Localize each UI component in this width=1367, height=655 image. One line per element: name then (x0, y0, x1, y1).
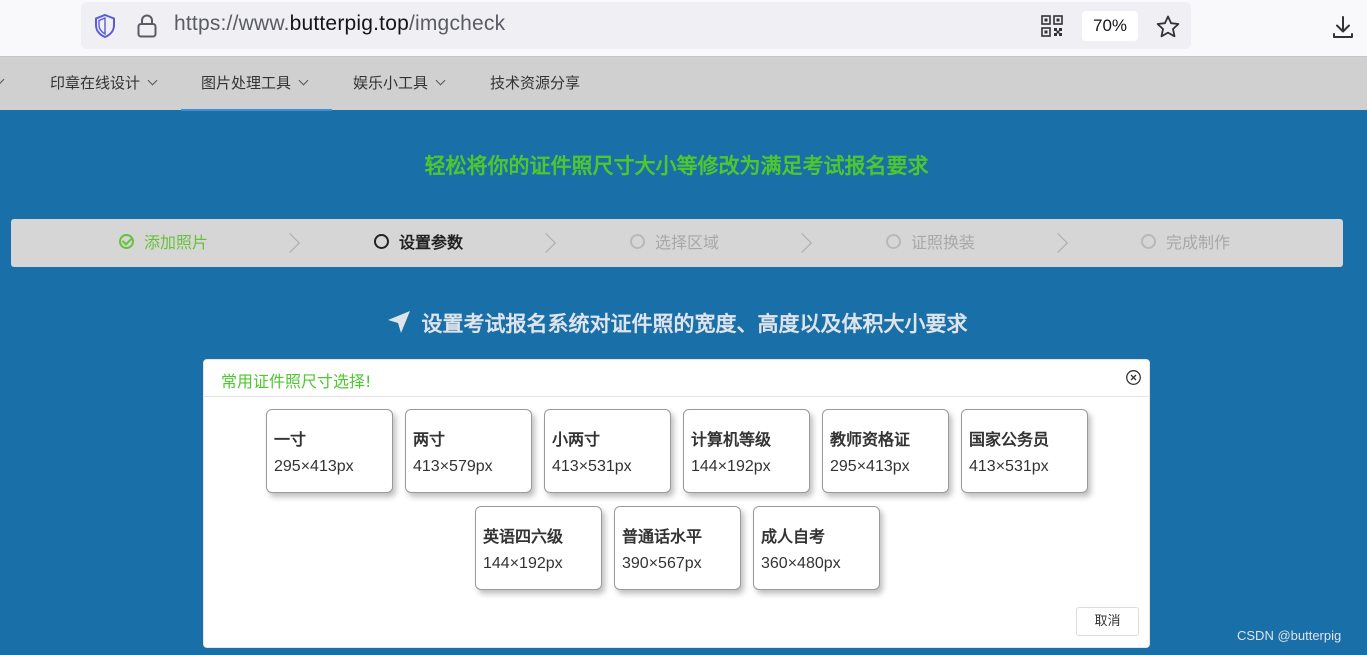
step-label: 完成制作 (1166, 233, 1231, 252)
section-title-text: 设置考试报名系统对证件照的宽度、高度以及体积大小要求 (421, 312, 968, 336)
chevron-down-icon (147, 75, 158, 86)
size-card-cet[interactable]: 英语四六级 144×192px (475, 506, 602, 590)
cancel-button[interactable]: 取消 (1076, 607, 1139, 636)
step-set-params: 设置参数 (374, 219, 463, 267)
lock-icon[interactable] (136, 13, 158, 39)
size-card-dimensions: 360×480px (761, 555, 841, 572)
step-finish: 完成制作 (1141, 219, 1230, 267)
site-nav-bar: 印章在线设计 图片处理工具 娱乐小工具 技术资源分享 (0, 56, 1367, 111)
dialog-title: 常用证件照尺寸选择! (221, 372, 372, 391)
size-card-name: 计算机等级 (691, 430, 772, 449)
url-text[interactable]: https://www.butterpig.top/imgcheck (174, 12, 505, 36)
size-card-adult-exam[interactable]: 成人自考 360×480px (753, 506, 880, 590)
zoom-level-button[interactable]: 70% (1082, 11, 1138, 41)
nav-item-image-tools[interactable]: 图片处理工具 (181, 57, 332, 111)
nav-item-label: 印章在线设计 (50, 74, 141, 92)
size-card-name: 小两寸 (552, 430, 601, 449)
chevron-right-icon (1048, 233, 1068, 253)
nav-item-label: 图片处理工具 (201, 74, 292, 92)
size-card-dimensions: 413×531px (552, 458, 632, 475)
size-card-teacher-cert[interactable]: 教师资格证 295×413px (822, 409, 949, 493)
bookmark-star-icon[interactable] (1155, 14, 1181, 40)
size-card-name: 国家公务员 (969, 430, 1050, 449)
step-add-photo: 添加照片 (119, 219, 208, 267)
size-card-computer-exam[interactable]: 计算机等级 144×192px (683, 409, 810, 493)
browser-toolbar: https://www.butterpig.top/imgcheck 70% (0, 0, 1367, 56)
size-card-two-inch[interactable]: 两寸 413×579px (405, 409, 532, 493)
chevron-right-icon (280, 233, 300, 253)
size-card-dimensions: 295×413px (830, 458, 910, 475)
check-circle-icon (119, 234, 134, 249)
circle-icon (630, 234, 645, 249)
url-path: /imgcheck (408, 12, 506, 35)
section-title: 设置考试报名系统对证件照的宽度、高度以及体积大小要求 (0, 308, 1353, 338)
chevron-right-icon (536, 233, 556, 253)
size-card-name: 一寸 (274, 430, 307, 449)
steps-bar: 添加照片 设置参数 选择区域 证照换装 完成制作 (11, 219, 1343, 267)
step-label: 证照换装 (911, 233, 976, 252)
watermark: CSDN @butterpig (1237, 628, 1342, 643)
step-label: 设置参数 (399, 233, 464, 252)
size-card-name: 英语四六级 (483, 527, 564, 546)
circle-icon (1141, 234, 1156, 249)
dialog-header: 常用证件照尺寸选择! (204, 360, 1149, 397)
location-arrow-icon (387, 311, 410, 333)
hero-title: 轻松将你的证件照尺寸大小等修改为满足考试报名要求 (424, 154, 929, 178)
size-card-dimensions: 413×531px (969, 458, 1049, 475)
step-change-outfit: 证照换装 (886, 219, 975, 267)
step-label: 选择区域 (655, 233, 720, 252)
nav-item-label: 技术资源分享 (490, 74, 581, 92)
nav-item-tech-resources[interactable]: 技术资源分享 (490, 57, 580, 111)
chevron-right-icon (792, 233, 812, 253)
size-card-name: 成人自考 (761, 527, 826, 546)
nav-item-seal-design[interactable]: 印章在线设计 (50, 57, 158, 111)
size-card-dimensions: 144×192px (483, 555, 563, 572)
nav-item-fun-tools[interactable]: 娱乐小工具 (353, 57, 446, 111)
size-card-civil-servant[interactable]: 国家公务员 413×531px (961, 409, 1088, 493)
size-card-dimensions: 413×579px (413, 458, 493, 475)
url-domain: butterpig.top (289, 12, 409, 35)
size-card-small-two-inch[interactable]: 小两寸 413×531px (544, 409, 671, 493)
url-scheme: https://www. (174, 12, 290, 35)
circle-icon (374, 234, 389, 249)
step-select-area: 选择区域 (630, 219, 719, 267)
size-card-dimensions: 295×413px (274, 458, 354, 475)
shield-icon[interactable] (93, 13, 117, 39)
download-icon[interactable] (1331, 14, 1355, 40)
step-label: 添加照片 (144, 233, 209, 252)
qr-code-icon[interactable] (1041, 15, 1063, 37)
nav-item-label: 娱乐小工具 (353, 74, 429, 92)
size-select-dialog: 常用证件照尺寸选择! 一寸 295×413px 两寸 413×579px 小两寸… (203, 359, 1150, 648)
size-card-dimensions: 144×192px (691, 458, 771, 475)
chevron-down-icon (435, 75, 446, 86)
size-card-mandarin[interactable]: 普通话水平 390×567px (614, 506, 741, 590)
size-card-one-inch[interactable]: 一寸 295×413px (266, 409, 393, 493)
chevron-down-icon (298, 75, 309, 86)
size-card-name: 教师资格证 (830, 430, 911, 449)
size-card-dimensions: 390×567px (622, 555, 702, 572)
size-card-name: 两寸 (413, 430, 446, 449)
close-icon[interactable] (1125, 369, 1142, 386)
size-card-name: 普通话水平 (622, 527, 703, 546)
chevron-down-icon[interactable] (0, 74, 5, 85)
circle-icon (886, 234, 901, 249)
